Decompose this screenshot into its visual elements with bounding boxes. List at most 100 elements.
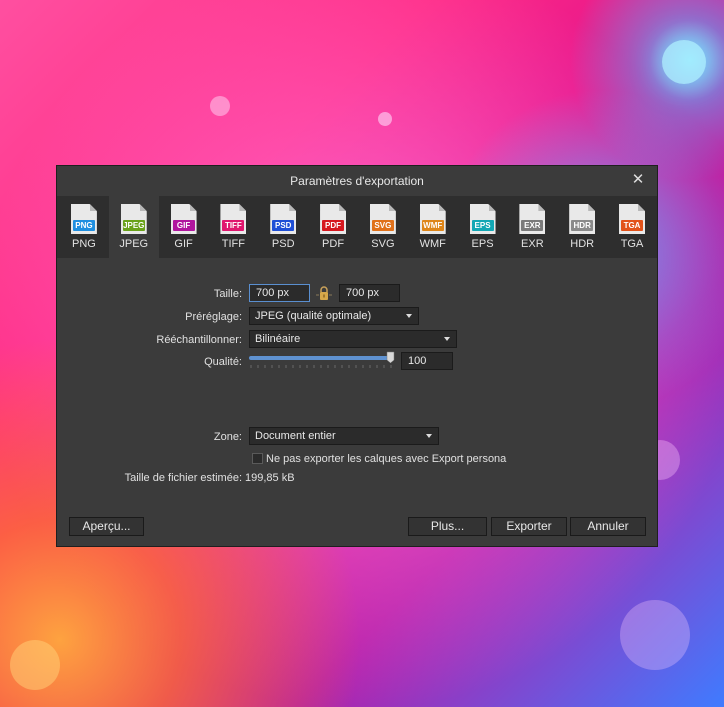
file-fold xyxy=(189,204,197,211)
png-file-icon: PNG xyxy=(70,204,97,234)
file-fold xyxy=(488,204,496,211)
preview-button[interactable]: Aperçu... xyxy=(69,517,144,536)
dialog-titlebar[interactable]: Paramètres d'exportation ✕ xyxy=(57,166,657,196)
format-badge: PDF xyxy=(322,220,345,231)
tab-label: PDF xyxy=(322,238,345,250)
format-badge: SVG xyxy=(371,220,394,231)
pdf-file-icon: PDF xyxy=(320,204,347,234)
tab-jpeg[interactable]: JPEG JPEG xyxy=(108,196,159,258)
more-button[interactable]: Plus... xyxy=(408,517,487,536)
format-badge: TIFF xyxy=(222,220,245,231)
psd-file-icon: PSD xyxy=(270,204,297,234)
quality-slider-fill xyxy=(249,356,393,360)
preset-value: JPEG (qualité optimale) xyxy=(255,310,372,322)
filesize-value: 199,85 kB xyxy=(245,472,295,484)
tab-label: SVG xyxy=(371,238,395,250)
tab-tga[interactable]: TGA TGA xyxy=(607,196,657,258)
tab-label: WMF xyxy=(419,238,446,250)
cancel-button[interactable]: Annuler xyxy=(570,517,646,536)
file-fold xyxy=(538,204,546,211)
export-button[interactable]: Exporter xyxy=(491,517,567,536)
quality-slider[interactable] xyxy=(247,350,397,372)
export-dialog: Paramètres d'exportation ✕ PNG PNG JPEG JPE… xyxy=(56,165,658,547)
resample-label: Rééchantillonner: xyxy=(156,334,242,346)
svg-file-icon: SVG xyxy=(369,204,396,234)
wmf-file-icon: WMF xyxy=(419,204,446,234)
tga-file-icon: TGA xyxy=(619,204,646,234)
chevron-down-icon xyxy=(444,337,450,341)
zone-value: Document entier xyxy=(255,430,336,442)
file-fold xyxy=(289,204,297,211)
format-badge: EXR xyxy=(521,220,544,231)
resample-value: Bilinéaire xyxy=(255,333,301,345)
bokeh-light xyxy=(210,96,230,116)
tab-label: TGA xyxy=(620,238,644,250)
tab-exr[interactable]: EXR EXR xyxy=(507,196,557,258)
zone-label: Zone: xyxy=(213,431,242,443)
hdr-file-icon: HDR xyxy=(569,204,596,234)
eps-file-icon: EPS xyxy=(469,204,496,234)
format-badge: WMF xyxy=(421,220,444,231)
jpeg-file-icon: JPEG xyxy=(120,204,147,234)
dialog-title: Paramètres d'exportation xyxy=(290,174,424,188)
quality-slider-ticks xyxy=(250,365,392,368)
preset-label: Préréglage: xyxy=(185,311,242,323)
tab-eps[interactable]: EPS EPS xyxy=(458,196,508,258)
tiff-file-icon: TIFF xyxy=(220,204,247,234)
quality-input[interactable]: 100 xyxy=(401,352,453,370)
exr-file-icon: EXR xyxy=(519,204,546,234)
format-badge: JPEG xyxy=(122,220,145,231)
tab-label: EXR xyxy=(521,238,544,250)
file-fold xyxy=(438,204,446,211)
tab-label: PNG xyxy=(71,238,96,250)
no-export-persona-checkbox[interactable] xyxy=(252,453,263,464)
bokeh-light xyxy=(10,640,60,690)
chevron-down-icon xyxy=(406,314,412,318)
tab-wmf[interactable]: WMF WMF xyxy=(408,196,458,258)
tab-pdf[interactable]: PDF PDF xyxy=(308,196,358,258)
zone-dropdown[interactable]: Document entier xyxy=(249,427,439,445)
tab-psd[interactable]: PSD PSD xyxy=(258,196,308,258)
format-badge: PNG xyxy=(72,220,95,231)
no-export-persona-label: Ne pas exporter les calques avec Export … xyxy=(266,453,507,465)
tab-svg[interactable]: SVG SVG xyxy=(358,196,408,258)
close-icon[interactable]: ✕ xyxy=(629,171,647,189)
lock-icon[interactable] xyxy=(316,286,332,302)
tab-label: EPS xyxy=(471,238,494,250)
filesize-label: Taille de fichier estimée: xyxy=(124,472,242,484)
bokeh-light xyxy=(378,112,392,126)
height-input[interactable]: 700 px xyxy=(339,284,400,302)
tab-tiff[interactable]: TIFF TIFF xyxy=(208,196,258,258)
preset-dropdown[interactable]: JPEG (qualité optimale) xyxy=(249,307,419,325)
tab-gif[interactable]: GIF GIF xyxy=(159,196,209,258)
file-fold xyxy=(388,204,396,211)
file-fold xyxy=(638,204,646,211)
tab-label: GIF xyxy=(174,238,193,250)
tab-label: PSD xyxy=(271,238,295,250)
tab-label: JPEG xyxy=(119,238,149,250)
format-badge: GIF xyxy=(172,220,195,231)
tab-label: HDR xyxy=(570,238,595,250)
quality-label: Qualité: xyxy=(204,356,242,368)
bokeh-light xyxy=(662,40,706,84)
format-badge: PSD xyxy=(272,220,295,231)
format-badge: EPS xyxy=(471,220,494,231)
size-label: Taille: xyxy=(213,288,242,300)
file-fold xyxy=(89,204,97,211)
gif-file-icon: GIF xyxy=(170,204,197,234)
format-tabs: PNG PNG JPEG JPEG GIF GIF TIFF TIFF PSD PSD PDF PDF… xyxy=(57,196,657,258)
file-fold xyxy=(239,204,247,211)
file-fold xyxy=(139,204,147,211)
quality-slider-thumb[interactable] xyxy=(386,351,395,364)
format-badge: HDR xyxy=(571,220,594,231)
width-input[interactable]: 700 px xyxy=(249,284,310,302)
file-fold xyxy=(339,204,347,211)
tab-png[interactable]: PNG PNG xyxy=(59,196,109,258)
tab-label: TIFF xyxy=(221,238,245,250)
file-fold xyxy=(588,204,596,211)
format-badge: TGA xyxy=(621,220,644,231)
chevron-down-icon xyxy=(426,434,432,438)
bokeh-light xyxy=(620,600,690,670)
tab-hdr[interactable]: HDR HDR xyxy=(557,196,607,258)
resample-dropdown[interactable]: Bilinéaire xyxy=(249,330,457,348)
